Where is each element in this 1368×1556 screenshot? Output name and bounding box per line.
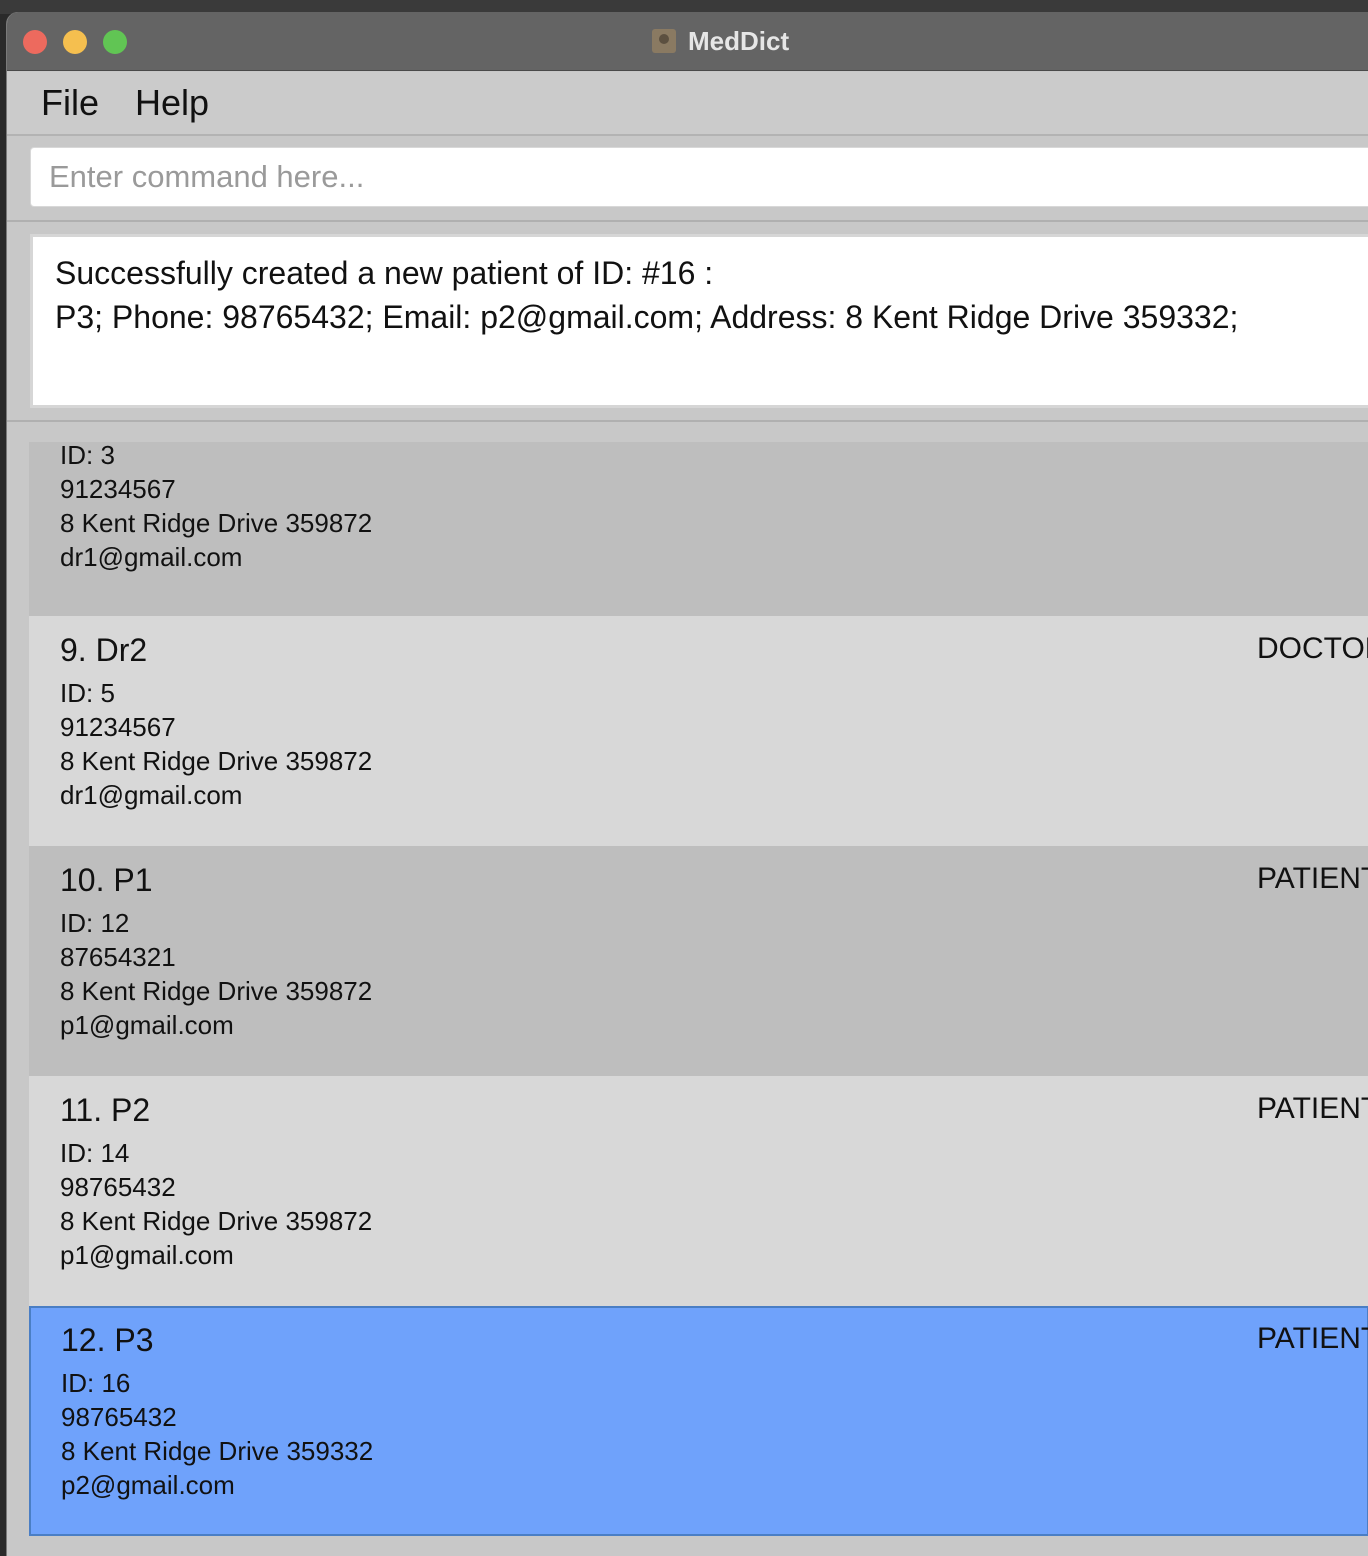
person-role-tag: DOCTOR [1257,632,1368,665]
result-line: Successfully created a new patient of ID… [55,255,714,291]
result-display[interactable]: Successfully created a new patient of ID… [30,234,1368,408]
person-name: 10. P1 [60,862,153,898]
window-title: MedDict [688,25,790,56]
person-name: 9. Dr2 [60,632,148,668]
person-phone: 98765432 [60,1172,176,1202]
person-card[interactable]: 9. Dr2 DOCTOR ID: 5 91234567 8 Kent Ridg… [29,616,1368,846]
person-role-tag: PATIENT [1257,1092,1368,1125]
person-address: 8 Kent Ridge Drive 359332 [61,1436,374,1466]
person-address: 8 Kent Ridge Drive 359872 [60,746,373,776]
person-details: ID: 14 98765432 8 Kent Ridge Drive 35987… [60,1136,372,1272]
person-id: ID: 16 [61,1368,131,1398]
close-window-button[interactable] [23,30,47,54]
person-role-tag: PATIENT [1257,862,1368,895]
person-phone: 91234567 [60,712,176,742]
menu-bar: File Help [7,72,1368,136]
result-line: P3; Phone: 98765432; Email: p2@gmail.com… [55,299,1239,335]
person-card[interactable]: ID: 3 91234567 8 Kent Ridge Drive 359872… [29,440,1368,616]
command-input[interactable] [30,147,1368,207]
person-address: 8 Kent Ridge Drive 359872 [60,1206,373,1236]
person-email: dr1@gmail.com [60,542,243,572]
person-details: ID: 16 98765432 8 Kent Ridge Drive 35933… [61,1366,373,1502]
person-role-tag: PATIENT [1257,1322,1368,1355]
command-box-pane [7,138,1368,222]
title-bar: MedDict [7,12,1368,71]
window-title-group: MedDict [652,26,789,56]
menu-file[interactable]: File [41,82,99,124]
app-window: MedDict File Help Successfully created a… [6,12,1368,1556]
person-list-panel[interactable]: ID: 3 91234567 8 Kent Ridge Drive 359872… [7,424,1368,1556]
person-email: p1@gmail.com [60,1240,234,1270]
person-details: ID: 12 87654321 8 Kent Ridge Drive 35987… [60,906,372,1042]
result-display-pane: Successfully created a new patient of ID… [7,224,1368,422]
person-phone: 91234567 [60,474,176,504]
person-id: ID: 5 [60,678,115,708]
person-phone: 98765432 [61,1402,177,1432]
person-address: 8 Kent Ridge Drive 359872 [60,508,373,538]
menu-help[interactable]: Help [135,82,209,124]
person-phone: 87654321 [60,942,176,972]
person-id: ID: 14 [60,1138,130,1168]
contact-book-icon [652,29,676,53]
person-details: ID: 5 91234567 8 Kent Ridge Drive 359872… [60,676,372,812]
maximize-window-button[interactable] [103,30,127,54]
person-email: dr1@gmail.com [60,780,243,810]
person-name: 11. P2 [60,1092,151,1128]
person-email: p1@gmail.com [60,1010,234,1040]
minimize-window-button[interactable] [63,30,87,54]
person-details: ID: 3 91234567 8 Kent Ridge Drive 359872… [60,438,372,574]
person-list: ID: 3 91234567 8 Kent Ridge Drive 359872… [29,440,1368,1536]
person-address: 8 Kent Ridge Drive 359872 [60,976,373,1006]
person-id: ID: 12 [60,908,130,938]
person-card-selected[interactable]: 12. P3 PATIENT ID: 16 98765432 8 Kent Ri… [29,1306,1368,1536]
person-card[interactable]: 10. P1 PATIENT ID: 12 87654321 8 Kent Ri… [29,846,1368,1076]
person-name: 12. P3 [61,1322,154,1358]
person-id: ID: 3 [60,440,115,470]
person-card[interactable]: 11. P2 PATIENT ID: 14 98765432 8 Kent Ri… [29,1076,1368,1306]
person-email: p2@gmail.com [61,1470,235,1500]
